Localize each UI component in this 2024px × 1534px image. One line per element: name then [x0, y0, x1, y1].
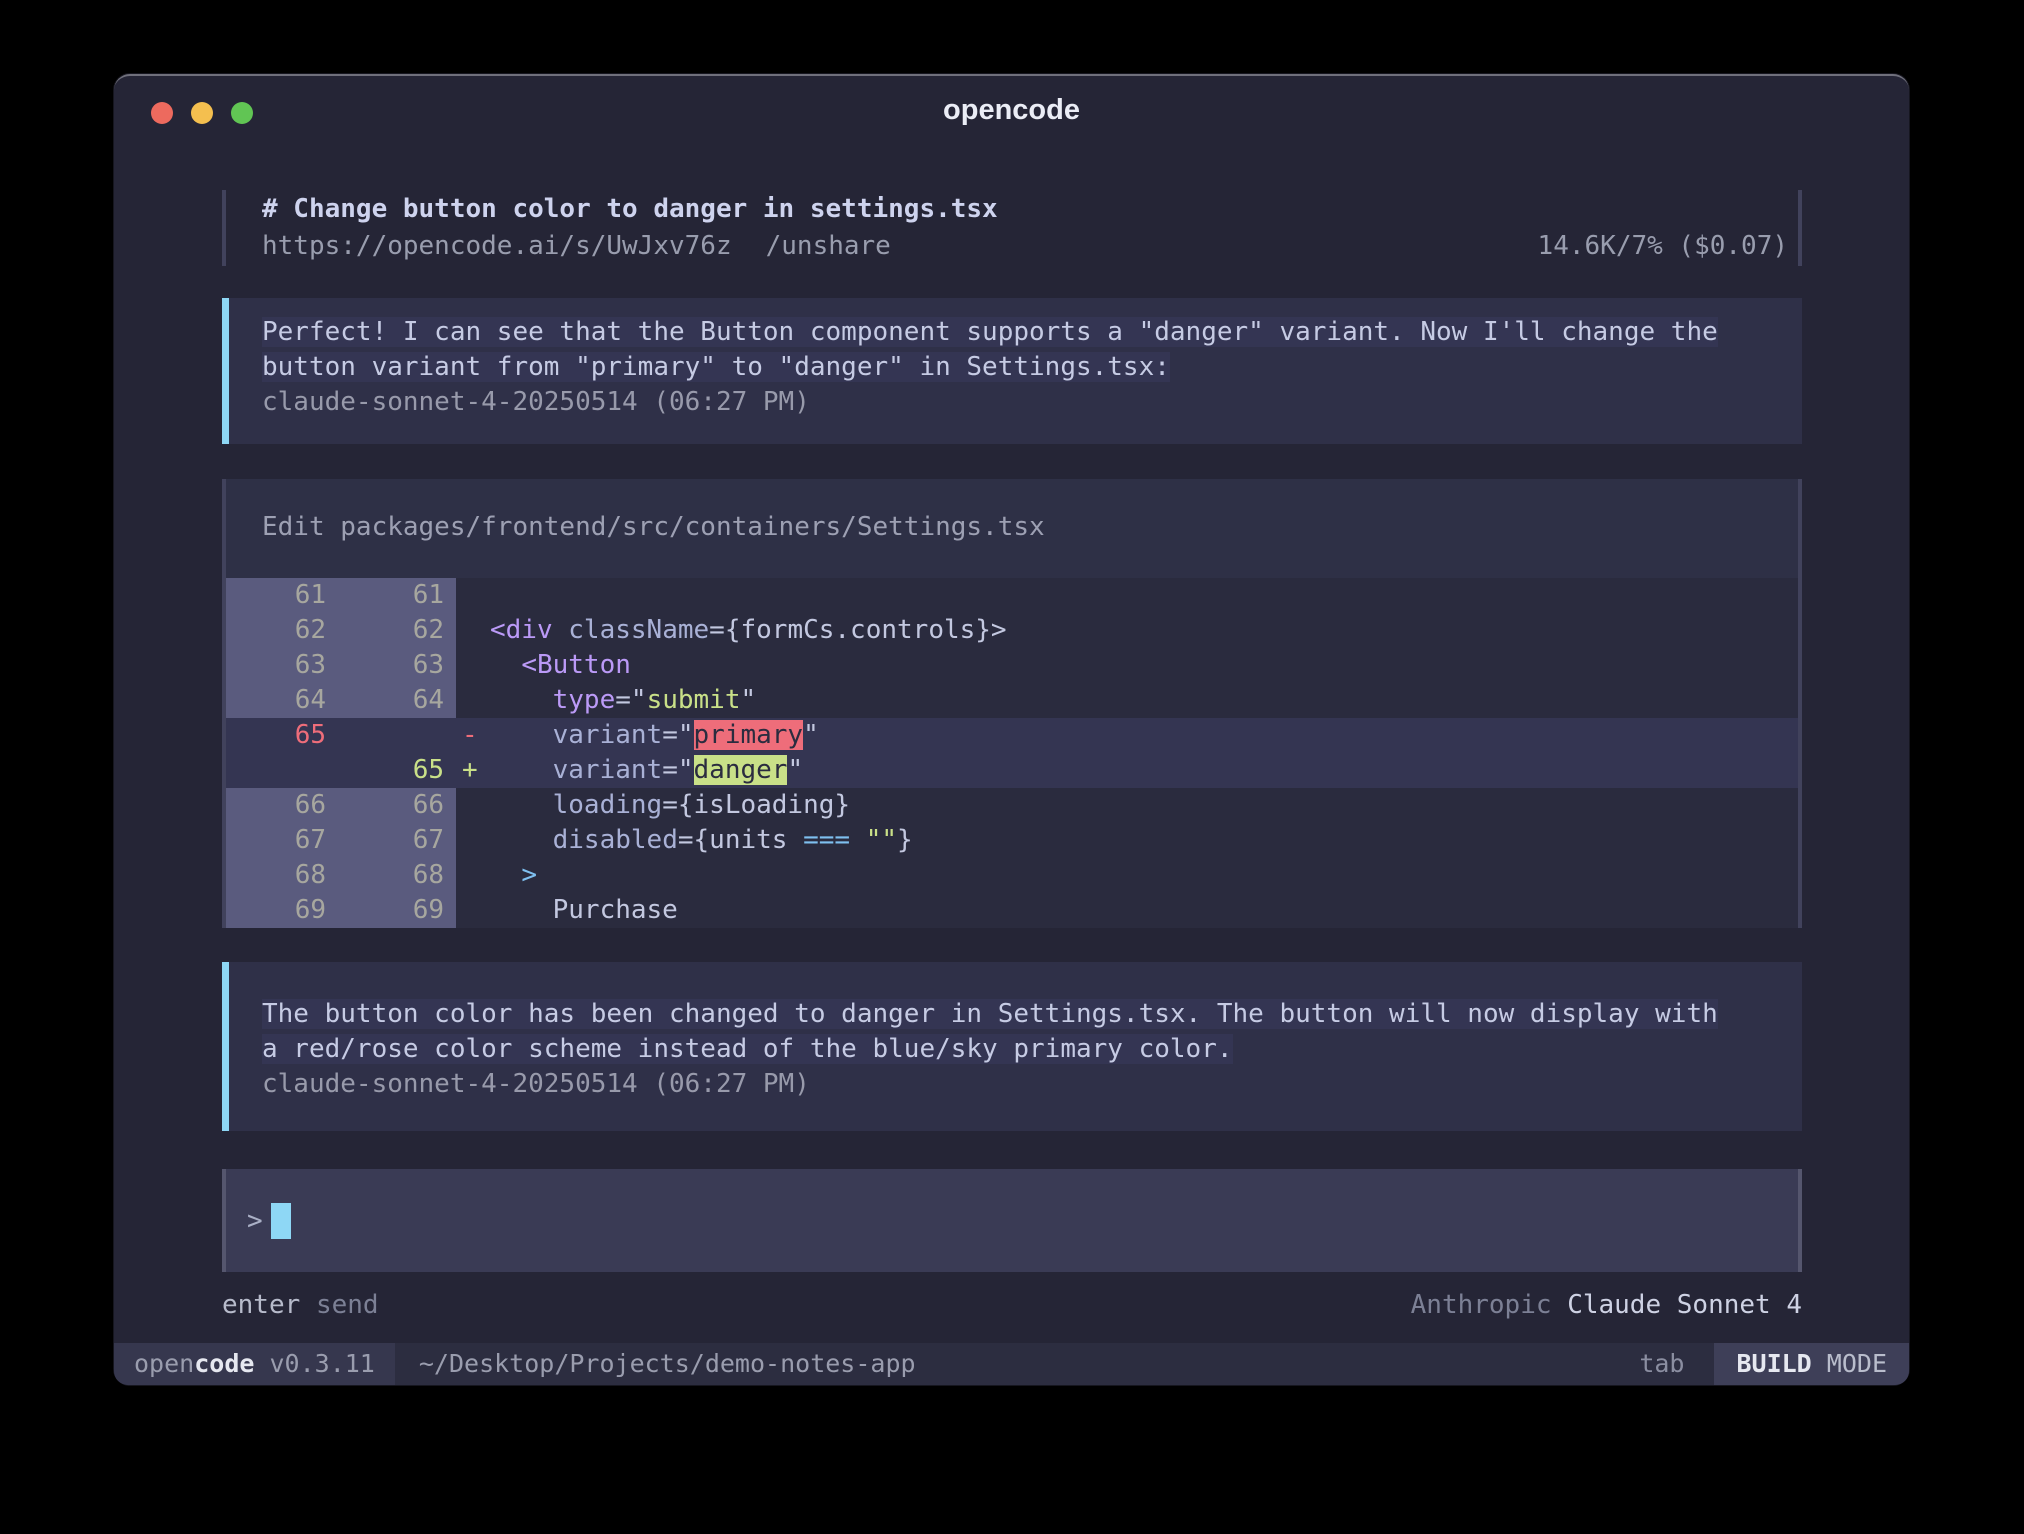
session-header: # Change button color to danger in setti…: [222, 190, 1802, 266]
diff-gutter: 6666: [226, 788, 456, 823]
diff-gutter: 6161: [226, 578, 456, 613]
diff-code-line: <Button: [490, 648, 1798, 683]
send-hint: enter send: [222, 1288, 379, 1322]
tab-key-hint: tab: [1639, 1343, 1684, 1385]
share-url-link[interactable]: https://opencode.ai/s/UwJxv76z: [262, 231, 732, 261]
diff-gutter: 6868: [226, 858, 456, 893]
diff-code-line: <div className={formCs.controls}>: [490, 613, 1798, 648]
diff-code-line: >: [490, 858, 1798, 893]
status-bar: opencode v0.3.11 ~/Desktop/Projects/demo…: [114, 1343, 1909, 1385]
diff-code-line: type="submit": [490, 683, 1798, 718]
model-indicator: Anthropic Claude Sonnet 4: [1411, 1288, 1802, 1322]
diff-row: 6666 loading={isLoading}: [226, 788, 1798, 823]
message-text: Perfect! I can see that the Button compo…: [262, 315, 1732, 385]
diff-sign: [456, 823, 490, 858]
diff-code-line: variant="primary": [490, 718, 1798, 753]
diff-row: 65- variant="primary": [226, 718, 1798, 753]
diff-gutter: 65: [226, 718, 456, 753]
diff-sign: [456, 613, 490, 648]
window-title: opencode: [114, 94, 1909, 127]
diff-sign: [456, 648, 490, 683]
diff-gutter: 6262: [226, 613, 456, 648]
diff-code-line: Purchase: [490, 893, 1798, 928]
message-meta: claude-sonnet-4-20250514 (06:27 PM): [262, 1067, 1769, 1102]
text-cursor: [271, 1203, 291, 1239]
diff-sign: +: [456, 753, 490, 788]
diff-sign: [456, 858, 490, 893]
diff-row: 6868 >: [226, 858, 1798, 893]
diff-table: 61616262 <div className={formCs.controls}…: [226, 578, 1798, 928]
diff-sign: [456, 578, 490, 613]
diff-sign: [456, 788, 490, 823]
diff-row: 6969 Purchase: [226, 893, 1798, 928]
context-stats: 14.6K/7% ($0.07): [1538, 231, 1788, 261]
edit-tool-header: Edit packages/frontend/src/containers/Se…: [226, 479, 1798, 578]
diff-row: 6464 type="submit": [226, 683, 1798, 718]
build-mode-badge: BUILD MODE: [1714, 1343, 1909, 1385]
diff-row: 6262 <div className={formCs.controls}>: [226, 613, 1798, 648]
diff-gutter: 65: [226, 753, 456, 788]
hint-bar: enter send Anthropic Claude Sonnet 4: [222, 1288, 1802, 1322]
session-title: # Change button color to danger in setti…: [262, 191, 1788, 227]
diff-gutter: 6767: [226, 823, 456, 858]
working-directory: ~/Desktop/Projects/demo-notes-app: [419, 1343, 916, 1385]
diff-code-line: loading={isLoading}: [490, 788, 1798, 823]
message-meta: claude-sonnet-4-20250514 (06:27 PM): [262, 385, 1769, 420]
diff-sign: [456, 893, 490, 928]
app-version-chip: opencode v0.3.11: [114, 1343, 395, 1385]
diff-row: 6363 <Button: [226, 648, 1798, 683]
opencode-window: opencode # Change button color to danger…: [114, 74, 1909, 1385]
prompt-input[interactable]: >: [222, 1169, 1802, 1272]
diff-sign: [456, 683, 490, 718]
diff-code-line: [490, 578, 1798, 613]
diff-sign: -: [456, 718, 490, 753]
diff-gutter: 6363: [226, 648, 456, 683]
titlebar: opencode: [114, 76, 1909, 146]
unshare-command[interactable]: /unshare: [766, 231, 891, 261]
edit-tool-block: Edit packages/frontend/src/containers/Se…: [222, 479, 1802, 928]
diff-code-line: variant="danger": [490, 753, 1798, 788]
diff-row: 65+ variant="danger": [226, 753, 1798, 788]
assistant-message: The button color has been changed to dan…: [222, 962, 1802, 1131]
diff-gutter: 6969: [226, 893, 456, 928]
assistant-message: Perfect! I can see that the Button compo…: [222, 298, 1802, 444]
diff-row: 6161: [226, 578, 1798, 613]
prompt-chevron-icon: >: [247, 1206, 263, 1236]
diff-row: 6767 disabled={units === ""}: [226, 823, 1798, 858]
message-text: The button color has been changed to dan…: [262, 997, 1732, 1067]
diff-gutter: 6464: [226, 683, 456, 718]
diff-code-line: disabled={units === ""}: [490, 823, 1798, 858]
